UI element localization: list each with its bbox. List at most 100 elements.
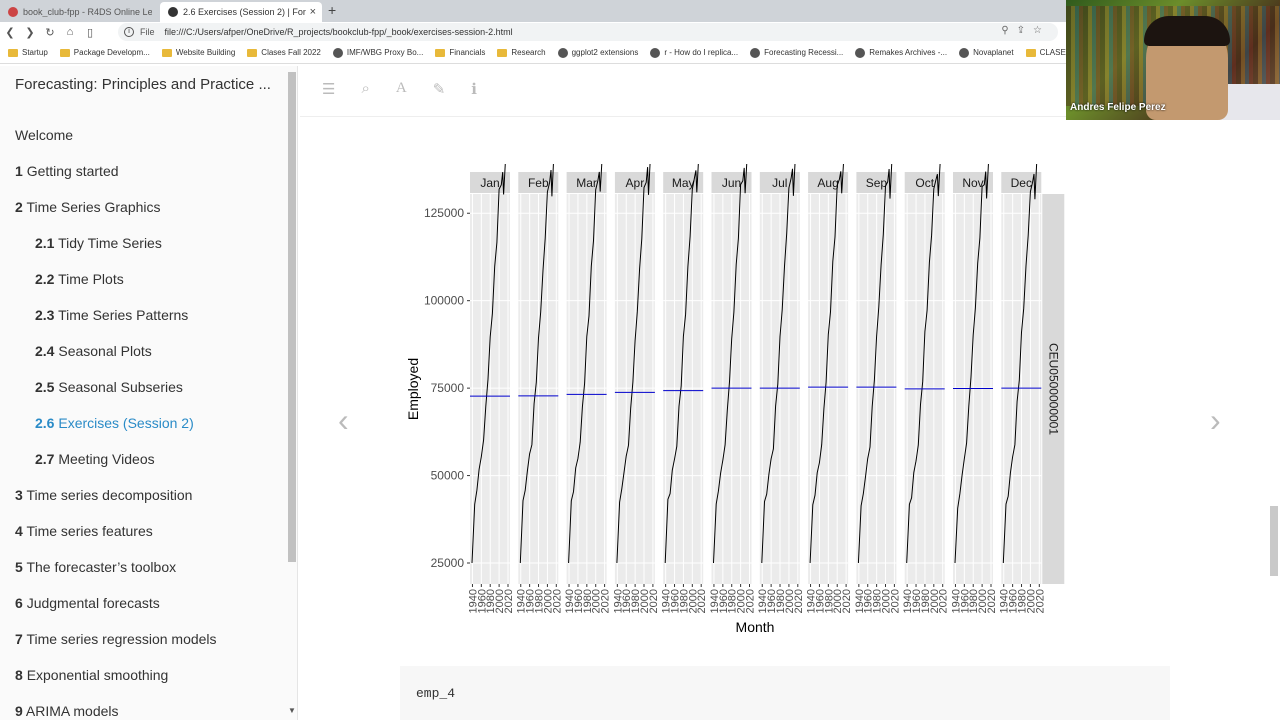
bookmark-item[interactable]: CLASES	[1025, 48, 1071, 57]
star-icon[interactable]: ☆	[1033, 25, 1050, 36]
share-icon[interactable]: ⇪	[1017, 25, 1033, 36]
facet-label: Jun	[722, 176, 741, 190]
hair	[1144, 16, 1230, 46]
toc-item[interactable]: 2.1 Tidy Time Series	[35, 235, 162, 251]
bookmark-item[interactable]: Remakes Archives -...	[855, 47, 947, 58]
toc-item[interactable]: 8 Exponential smoothing	[15, 667, 168, 683]
bookmark-item[interactable]: Startup	[8, 48, 48, 57]
url-text[interactable]: file:///C:/Users/afper/OneDrive/R_projec…	[165, 27, 513, 37]
toc-label: Exercises (Session 2)	[58, 415, 194, 431]
toc-item[interactable]: 2 Time Series Graphics	[15, 199, 161, 215]
book-toolbar: ☰ ⌕ A ✎ ℹ	[322, 80, 477, 98]
sidebar-scrollbar[interactable]	[288, 72, 296, 562]
right-facet-label: CEU0500000001	[1046, 343, 1060, 435]
bookmark-item[interactable]: IMF/WBG Proxy Bo...	[332, 47, 424, 58]
facet-label: Sep	[866, 176, 888, 190]
browser-tab-active[interactable]: 2.6 Exercises (Session 2) | Forecas ×	[160, 2, 322, 22]
toc-item[interactable]: 2.3 Time Series Patterns	[35, 307, 188, 323]
forward-icon[interactable]: ❯	[20, 26, 40, 39]
main-scrollbar[interactable]	[1270, 506, 1278, 576]
x-tick-label: 2020	[696, 589, 708, 613]
toc-item[interactable]: 5 The forecaster’s toolbox	[15, 559, 176, 575]
toc-number: 2.4	[35, 343, 55, 359]
facet-label: Apr	[626, 176, 645, 190]
bookmark-item[interactable]: Website Building	[161, 48, 235, 57]
toc-label: The forecaster’s toolbox	[26, 559, 177, 575]
zoom-icon[interactable]: ⚲	[1001, 25, 1016, 36]
facet-label: May	[672, 176, 695, 190]
back-icon[interactable]: ❮	[0, 26, 20, 39]
toc-item[interactable]: 1 Getting started	[15, 163, 119, 179]
address-bar[interactable]: i File file:///C:/Users/afper/OneDrive/R…	[118, 23, 1058, 41]
y-tick-label: 75000	[431, 381, 465, 395]
toc-item[interactable]: 4 Time series features	[15, 523, 153, 539]
x-tick-label: 2020	[551, 589, 563, 613]
y-tick-label: 25000	[431, 556, 465, 570]
info-icon[interactable]: ℹ	[471, 80, 477, 98]
scroll-down-icon[interactable]: ▼	[288, 706, 296, 715]
bookmark-label: Forecasting Recessi...	[764, 48, 844, 57]
bookmark-item[interactable]: Research	[497, 48, 546, 57]
x-tick-label: 2020	[986, 589, 998, 613]
toc-item[interactable]: 2.2 Time Plots	[35, 271, 124, 287]
next-page-icon[interactable]: ›	[1210, 402, 1221, 439]
toc-item[interactable]: 2.4 Seasonal Plots	[35, 343, 152, 359]
folder-icon	[247, 48, 258, 57]
toc-item[interactable]: 2.6 Exercises (Session 2)	[35, 415, 194, 431]
tab-title: 2.6 Exercises (Session 2) | Forecas	[183, 7, 306, 17]
toc-item[interactable]: 7 Time series regression models	[15, 631, 217, 647]
search-icon[interactable]: ⌕	[361, 80, 369, 98]
bookmark-label: IMF/WBG Proxy Bo...	[346, 48, 424, 57]
toc-number: 8	[15, 667, 23, 683]
x-tick-label: 2020	[1034, 589, 1046, 613]
toc-item[interactable]: 2.7 Meeting Videos	[35, 451, 155, 467]
close-tab-icon[interactable]: ×	[310, 6, 316, 18]
toc-item[interactable]: 2.5 Seasonal Subseries	[35, 379, 183, 395]
bookmark-item[interactable]: Package Developm...	[59, 48, 150, 57]
bookmark-icon[interactable]: ▯	[80, 26, 100, 39]
toc-label: Seasonal Plots	[58, 343, 152, 359]
toc-label: Time series decomposition	[26, 487, 193, 503]
new-tab-icon[interactable]: +	[328, 2, 336, 18]
home-icon[interactable]: ⌂	[60, 26, 80, 38]
toc-item[interactable]: 6 Judgmental forecasts	[15, 595, 160, 611]
reload-icon[interactable]: ↻	[40, 26, 60, 39]
y-axis-title: Employed	[405, 358, 421, 420]
bookmark-item[interactable]: Financials	[435, 48, 485, 57]
bookmark-item[interactable]: ggplot2 extensions	[557, 47, 638, 58]
code-block: emp_4	[400, 666, 1170, 720]
menu-icon[interactable]: ☰	[322, 80, 335, 98]
bookmark-item[interactable]: Novaplanet	[959, 47, 1014, 58]
toc-number: 2.6	[35, 415, 55, 431]
toc-label: Time Series Patterns	[58, 307, 189, 323]
y-tick-label: 50000	[431, 469, 465, 483]
toc-item[interactable]: 9 ARIMA models	[15, 703, 119, 719]
toc-number: 7	[15, 631, 23, 647]
bookmark-item[interactable]: Forecasting Recessi...	[750, 47, 844, 58]
toc-label: Welcome	[15, 127, 74, 143]
folder-icon	[161, 48, 172, 57]
font-icon[interactable]: A	[396, 80, 407, 98]
globe-icon	[855, 47, 866, 58]
x-tick-label: 2020	[503, 589, 515, 613]
edit-icon[interactable]: ✎	[433, 80, 446, 98]
bookmark-item[interactable]: Clases Fall 2022	[247, 48, 321, 57]
y-tick-label: 125000	[424, 206, 464, 220]
toc-label: Seasonal Subseries	[58, 379, 183, 395]
toc-number: 2	[15, 199, 23, 215]
toc-item[interactable]: Welcome	[15, 127, 73, 143]
browser-tab-inactive[interactable]: book_club-fpp - R4DS Online Learnin	[0, 2, 158, 22]
info-icon[interactable]: i	[124, 27, 134, 37]
favicon-icon	[168, 7, 178, 17]
favicon-icon	[8, 7, 18, 17]
globe-icon	[332, 47, 343, 58]
x-tick-label: 2020	[841, 589, 853, 613]
previous-page-icon[interactable]: ‹	[338, 402, 349, 439]
bookmark-item[interactable]: r - How do I replica...	[650, 47, 738, 58]
bookmark-label: Clases Fall 2022	[261, 48, 321, 57]
book-title[interactable]: Forecasting: Principles and Practice ...	[15, 76, 271, 93]
toc-item[interactable]: 3 Time series decomposition	[15, 487, 192, 503]
bookmark-label: Package Developm...	[73, 48, 150, 57]
toc-number: 2.7	[35, 451, 55, 467]
facet-label: Mar	[576, 176, 597, 190]
